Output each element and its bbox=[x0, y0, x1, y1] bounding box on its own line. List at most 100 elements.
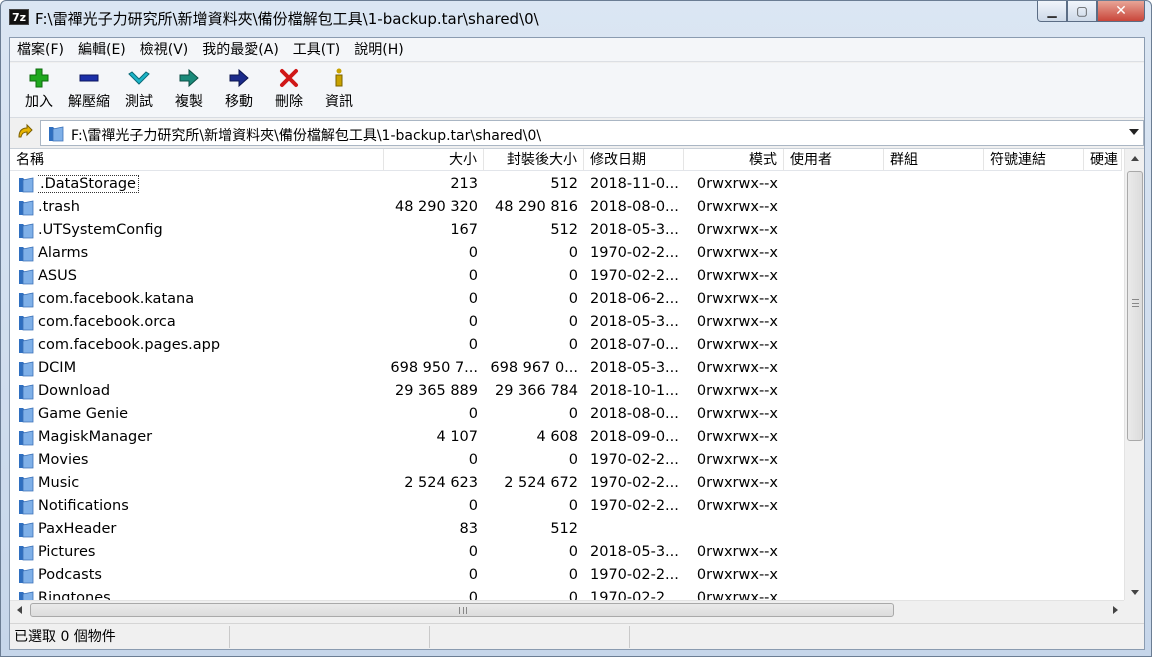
menu-help[interactable]: 說明(H) bbox=[347, 39, 410, 61]
table-row[interactable]: PaxHeader 83 512 bbox=[10, 518, 1122, 541]
table-row[interactable]: DCIM 698 950 7... 698 967 0... 2018-05-3...… bbox=[10, 357, 1122, 380]
file-mode: 0rwxrwx--x bbox=[696, 498, 778, 514]
file-size: 0 bbox=[468, 245, 478, 261]
column-name[interactable]: 名稱 bbox=[10, 149, 384, 171]
table-row[interactable]: .trash 48 290 320 48 290 816 2018-08-0... 0r… bbox=[10, 196, 1122, 219]
file-name: com.facebook.orca bbox=[38, 314, 176, 330]
file-name: Alarms bbox=[38, 245, 89, 261]
file-name: .trash bbox=[38, 199, 80, 215]
menu-edit[interactable]: 編輯(E) bbox=[71, 39, 133, 61]
column-mode[interactable]: 模式 bbox=[684, 149, 784, 171]
address-field[interactable]: F:\雷禪光子力研究所\新增資料夾\備份檔解包工具\1-backup.tar\s… bbox=[40, 120, 1144, 146]
menu-view[interactable]: 檢視(V) bbox=[133, 39, 196, 61]
title-bar[interactable]: 7z F:\雷禪光子力研究所\新增資料夾\備份檔解包工具\1-backup.ta… bbox=[1, 1, 1151, 37]
info-button[interactable]: 資訊 bbox=[314, 63, 364, 118]
maximize-icon: ▢ bbox=[1076, 4, 1088, 18]
folder-icon bbox=[17, 521, 35, 543]
list-header: 名稱 大小 封裝後大小 修改日期 模式 使用者 群組 符號連結 硬連 bbox=[10, 149, 1122, 171]
file-mode bbox=[684, 518, 778, 541]
horizontal-scrollbar[interactable] bbox=[10, 600, 1124, 618]
file-mode: 0rwxrwx--x bbox=[696, 199, 778, 215]
file-mode: 0rwxrwx--x bbox=[696, 268, 778, 284]
vertical-scroll-thumb[interactable] bbox=[1127, 171, 1143, 441]
file-mode: 0rwxrwx--x bbox=[696, 245, 778, 261]
table-row[interactable]: MagiskManager 4 107 4 608 2018-09-0... 0rwxr… bbox=[10, 426, 1122, 449]
table-row[interactable]: Music 2 524 623 2 524 672 1970-02-2... 0rwxr… bbox=[10, 472, 1122, 495]
close-button[interactable]: ✕ bbox=[1097, 1, 1145, 22]
folder-icon bbox=[17, 291, 35, 313]
menu-tools[interactable]: 工具(T) bbox=[286, 39, 347, 61]
scroll-up-button[interactable] bbox=[1125, 149, 1144, 167]
table-row[interactable]: .UTSystemConfig 167 512 2018-05-3... 0rwxrwx… bbox=[10, 219, 1122, 242]
file-packed-size: 0 bbox=[568, 452, 578, 468]
file-modified: 2018-08-0... bbox=[590, 199, 679, 215]
column-user[interactable]: 使用者 bbox=[784, 149, 884, 171]
file-mode: 0rwxrwx--x bbox=[696, 360, 778, 376]
table-row[interactable]: .DataStorage 213 512 2018-11-0... 0rwxrwx--x bbox=[10, 173, 1122, 196]
table-row[interactable]: Pictures 0 0 2018-05-3... 0rwxrwx--x bbox=[10, 541, 1122, 564]
test-button[interactable]: 測試 bbox=[114, 63, 164, 118]
horizontal-scroll-thumb[interactable] bbox=[30, 603, 894, 617]
file-modified: 2018-07-0... bbox=[590, 337, 679, 353]
column-symlink[interactable]: 符號連結 bbox=[984, 149, 1084, 171]
up-folder-button[interactable] bbox=[14, 122, 36, 144]
menu-favorites[interactable]: 我的最愛(A) bbox=[195, 39, 286, 61]
scroll-left-button[interactable] bbox=[10, 601, 28, 618]
table-row[interactable]: Download 29 365 889 29 366 784 2018-10-1...… bbox=[10, 380, 1122, 403]
add-button[interactable]: 加入 bbox=[14, 63, 64, 118]
file-size: 0 bbox=[468, 314, 478, 330]
folder-icon bbox=[17, 429, 35, 451]
address-bar: F:\雷禪光子力研究所\新增資料夾\備份檔解包工具\1-backup.tar\s… bbox=[10, 119, 1144, 147]
file-name: DCIM bbox=[38, 360, 77, 376]
file-name: .DataStorage bbox=[38, 175, 139, 193]
folder-icon bbox=[17, 567, 35, 589]
column-packed-size[interactable]: 封裝後大小 bbox=[484, 149, 584, 171]
folder-icon bbox=[17, 245, 35, 267]
column-group[interactable]: 群組 bbox=[884, 149, 984, 171]
copy-button[interactable]: 複製 bbox=[164, 63, 214, 118]
file-size: 48 290 320 bbox=[394, 199, 478, 215]
table-row[interactable]: Game Genie 0 0 2018-08-0... 0rwxrwx--x bbox=[10, 403, 1122, 426]
move-button[interactable]: 移動 bbox=[214, 63, 264, 118]
column-hardlink[interactable]: 硬連 bbox=[1084, 149, 1122, 171]
scroll-down-button[interactable] bbox=[1125, 583, 1144, 601]
table-row[interactable]: Notifications 0 0 1970-02-2... 0rwxrwx--x bbox=[10, 495, 1122, 518]
file-packed-size: 698 967 0... bbox=[490, 360, 578, 376]
column-modified[interactable]: 修改日期 bbox=[584, 149, 684, 171]
scroll-right-button[interactable] bbox=[1106, 601, 1124, 618]
table-row[interactable]: Podcasts 0 0 1970-02-2... 0rwxrwx--x bbox=[10, 564, 1122, 587]
copy-icon bbox=[177, 67, 201, 89]
table-row[interactable]: com.facebook.pages.app 0 0 2018-07-0... 0rwx… bbox=[10, 334, 1122, 357]
vertical-scrollbar[interactable] bbox=[1124, 149, 1144, 601]
address-dropdown-icon[interactable] bbox=[1129, 129, 1139, 135]
folder-icon bbox=[17, 406, 35, 428]
table-row[interactable]: com.facebook.katana 0 0 2018-06-2... 0rwxrwx… bbox=[10, 288, 1122, 311]
table-row[interactable]: ASUS 0 0 1970-02-2... 0rwxrwx--x bbox=[10, 265, 1122, 288]
column-size[interactable]: 大小 bbox=[384, 149, 484, 171]
delete-button[interactable]: 刪除 bbox=[264, 63, 314, 118]
file-mode: 0rwxrwx--x bbox=[696, 291, 778, 307]
table-row[interactable]: Alarms 0 0 1970-02-2... 0rwxrwx--x bbox=[10, 242, 1122, 265]
file-mode: 0rwxrwx--x bbox=[696, 383, 778, 399]
status-cell-2 bbox=[230, 626, 430, 648]
file-name: .UTSystemConfig bbox=[38, 222, 163, 238]
folder-icon bbox=[17, 222, 35, 244]
extract-label: 解壓縮 bbox=[68, 94, 110, 110]
minimize-button[interactable]: ▁ bbox=[1037, 1, 1067, 22]
file-size: 698 950 7... bbox=[390, 360, 478, 376]
file-name: MagiskManager bbox=[38, 429, 153, 445]
maximize-button[interactable]: ▢ bbox=[1067, 1, 1097, 22]
file-list: 名稱 大小 封裝後大小 修改日期 模式 使用者 群組 符號連結 硬連 .Data… bbox=[10, 148, 1144, 618]
status-selection: 已選取 0 個物件 bbox=[10, 626, 230, 648]
table-row[interactable]: com.facebook.orca 0 0 2018-05-3... 0rwxrwx--… bbox=[10, 311, 1122, 334]
grip-icon bbox=[1132, 299, 1139, 307]
extract-button[interactable]: 解壓縮 bbox=[64, 63, 114, 118]
table-row[interactable]: Movies 0 0 1970-02-2... 0rwxrwx--x bbox=[10, 449, 1122, 472]
file-name: Music bbox=[38, 475, 80, 491]
file-packed-size: 0 bbox=[568, 268, 578, 284]
file-packed-size: 0 bbox=[568, 567, 578, 583]
window-controls: ▁ ▢ ✕ bbox=[1037, 1, 1145, 23]
file-modified: 2018-05-3... bbox=[590, 314, 679, 330]
menu-file[interactable]: 檔案(F) bbox=[10, 39, 71, 61]
file-mode: 0rwxrwx--x bbox=[696, 314, 778, 330]
